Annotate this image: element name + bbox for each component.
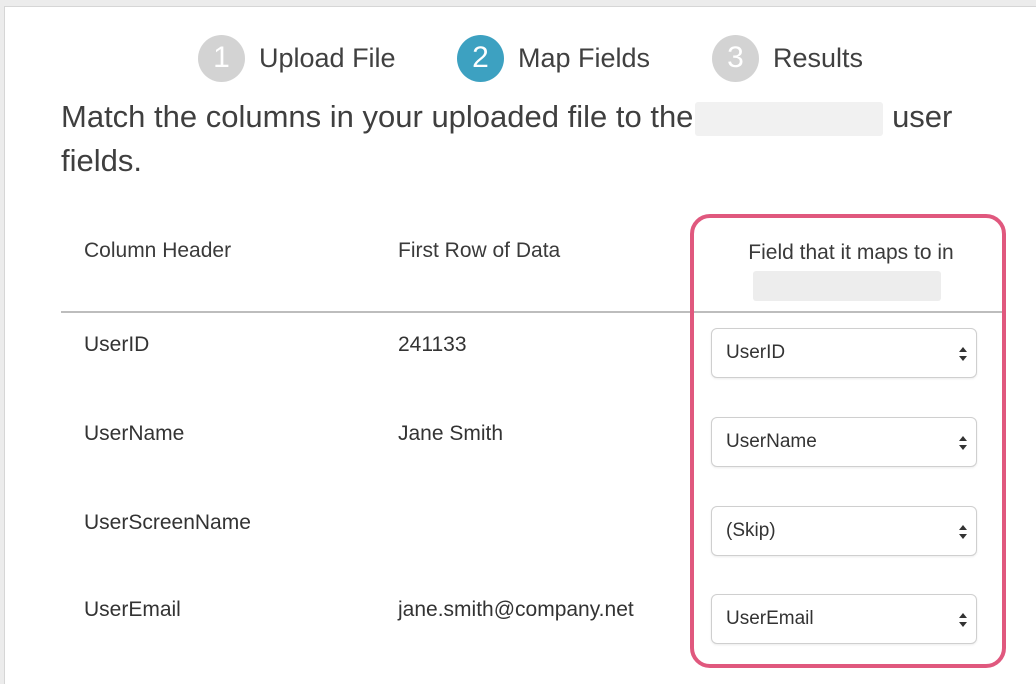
maps-to-heading: Field that it maps to in	[748, 241, 954, 264]
step-number-2: 2	[457, 34, 504, 82]
column-header-heading: Column Header	[84, 239, 232, 262]
first-row-heading: First Row of Data	[398, 239, 561, 262]
step-upload-file[interactable]: 1 Upload File	[198, 33, 396, 83]
select-value: UserEmail	[726, 608, 814, 629]
instruction-text-start: Match the columns in your uploaded file …	[61, 99, 694, 134]
select-arrows-icon	[959, 436, 967, 450]
select-arrows-icon	[959, 525, 967, 539]
row-column-name: UserScreenName	[84, 511, 251, 534]
row-first-data: jane.smith@company.net	[398, 598, 634, 621]
wizard-steps: 1 Upload File 2 Map Fields 3 Results	[5, 33, 1036, 83]
step-label-results: Results	[773, 42, 864, 73]
select-arrows-icon	[959, 347, 967, 361]
row-column-name: UserEmail	[84, 598, 181, 621]
field-mapping-select-username[interactable]: UserName	[711, 417, 977, 467]
redacted-product-name	[695, 101, 884, 136]
row-column-name: UserID	[84, 333, 150, 356]
step-label-upload-file: Upload File	[259, 42, 396, 73]
select-arrows-icon	[959, 613, 967, 627]
redacted-product-name-heading	[753, 271, 941, 301]
select-value: (Skip)	[726, 520, 776, 541]
step-number-3: 3	[712, 34, 759, 82]
field-mapping-select-userid[interactable]: UserID	[711, 328, 977, 378]
table-header-divider	[61, 311, 1005, 313]
import-wizard-panel: 1 Upload File 2 Map Fields 3 Results Mat…	[4, 6, 1036, 684]
instruction-text: Match the columns in your uploaded file …	[61, 95, 961, 183]
field-mapping-select-userscreenname[interactable]: (Skip)	[711, 506, 977, 556]
step-label-map-fields: Map Fields	[518, 42, 651, 73]
row-column-name: UserName	[84, 422, 185, 445]
select-value: UserID	[726, 342, 786, 363]
row-first-data: 241133	[398, 333, 467, 356]
step-map-fields[interactable]: 2 Map Fields	[457, 33, 650, 83]
step-results[interactable]: 3 Results	[712, 33, 863, 83]
row-first-data: Jane Smith	[398, 422, 504, 445]
select-value: UserName	[726, 431, 817, 452]
step-number-1: 1	[198, 34, 245, 82]
field-mapping-select-useremail[interactable]: UserEmail	[711, 594, 977, 644]
